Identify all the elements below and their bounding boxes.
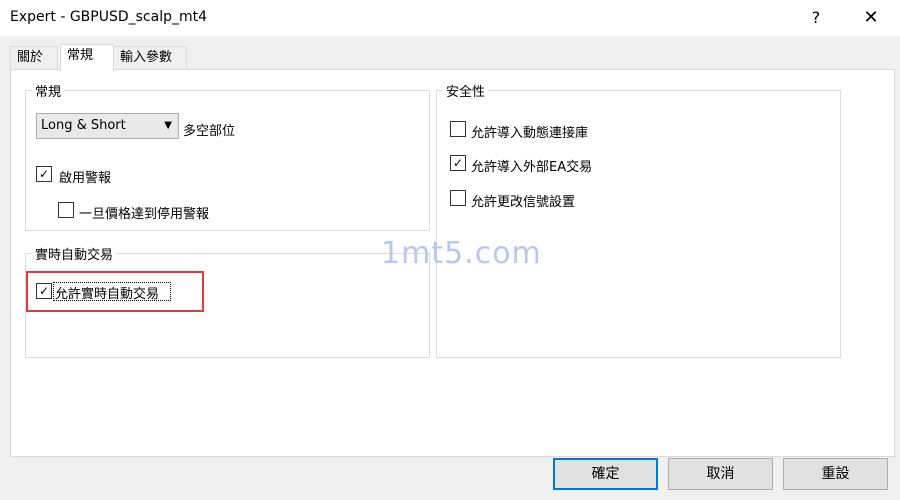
enable-alerts-label[interactable]: 啟用警報 <box>59 167 111 186</box>
disable-alert-once-label[interactable]: 一旦價格達到停用警報 <box>79 203 209 222</box>
chevron-down-icon: ▼ <box>164 120 172 131</box>
tab-panel: 常規 Long & Short ▼ 多空部位 ✓ 啟用警報 一旦價格達到停用警報… <box>10 69 895 457</box>
allow-ea-checkbox[interactable]: ✓ <box>450 155 466 171</box>
ok-button[interactable]: 確定 <box>553 458 658 490</box>
general-group-title: 常規 <box>32 81 65 100</box>
disable-alert-once-checkbox[interactable] <box>58 202 74 218</box>
tab-inputs[interactable]: 輸入參數 <box>113 46 187 69</box>
allow-signals-label[interactable]: 允許更改信號設置 <box>471 191 575 210</box>
reset-button[interactable]: 重設 <box>783 458 888 490</box>
security-group: 安全性 允許導入動態連接庫 ✓ 允許導入外部EA交易 允許更改信號設置 <box>436 81 841 358</box>
allow-live-trading-checkbox[interactable]: ✓ <box>36 283 52 299</box>
allow-dll-label[interactable]: 允許導入動態連接庫 <box>471 122 588 141</box>
window-title: Expert - GBPUSD_scalp_mt4 <box>10 9 208 25</box>
title-bar: Expert - GBPUSD_scalp_mt4 ? ✕ <box>0 0 900 36</box>
direction-select-value: Long & Short <box>41 118 126 133</box>
live-trading-group-title: 實時自動交易 <box>32 244 117 263</box>
close-icon[interactable]: ✕ <box>855 4 887 32</box>
help-button[interactable]: ? <box>803 5 829 31</box>
direction-label: 多空部位 <box>183 124 236 139</box>
security-group-title: 安全性 <box>443 81 489 100</box>
cancel-button[interactable]: 取消 <box>668 458 773 490</box>
tab-about[interactable]: 關於 <box>10 46 58 69</box>
watermark: 1mt5.com <box>381 236 542 271</box>
general-group: 常規 Long & Short ▼ 多空部位 ✓ 啟用警報 一旦價格達到停用警報 <box>25 81 430 231</box>
allow-live-trading-label[interactable]: 允許實時自動交易 <box>55 283 159 302</box>
allow-ea-label[interactable]: 允許導入外部EA交易 <box>471 156 592 175</box>
allow-signals-checkbox[interactable] <box>450 190 466 206</box>
allow-dll-checkbox[interactable] <box>450 121 466 137</box>
tab-general[interactable]: 常規 <box>60 44 114 71</box>
direction-select[interactable]: Long & Short ▼ <box>36 113 179 139</box>
enable-alerts-checkbox[interactable]: ✓ <box>36 166 52 182</box>
